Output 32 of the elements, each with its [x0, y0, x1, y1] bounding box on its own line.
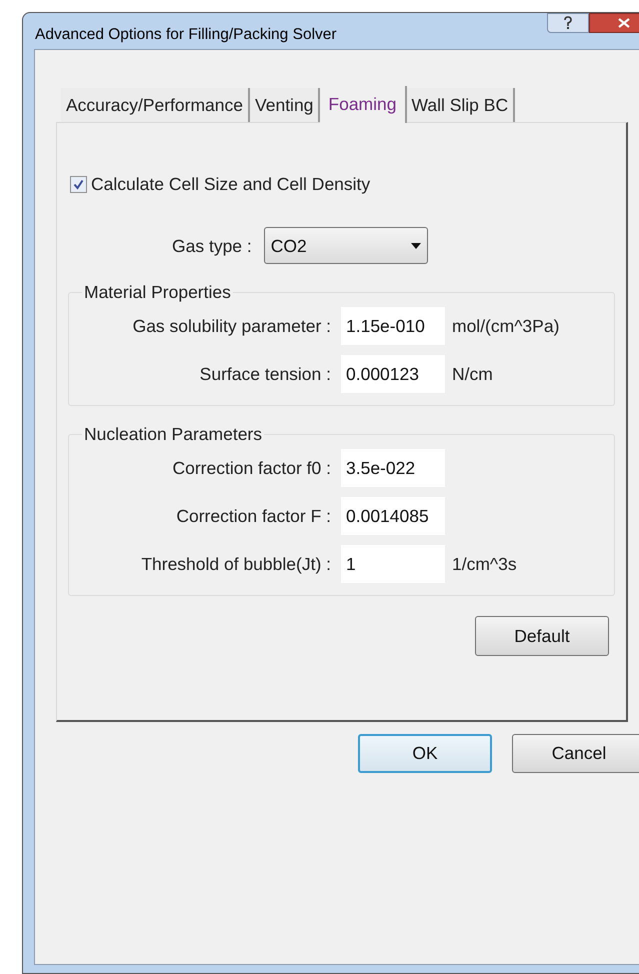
tab[interactable]: Venting	[250, 88, 320, 122]
checkbox[interactable]	[70, 176, 87, 193]
gas-type-label: Gas type :	[172, 234, 252, 258]
checkmark-icon	[73, 178, 84, 190]
tab[interactable]: Accuracy/Performance	[61, 88, 250, 122]
input-field[interactable]: 0.000123	[341, 355, 445, 394]
help-icon	[563, 16, 573, 30]
checkbox-label: Calculate Cell Size and Cell Density	[91, 173, 370, 196]
input-field[interactable]: 1.15e-010	[341, 307, 445, 346]
close-icon	[618, 18, 630, 28]
tab[interactable]: Wall Slip BC	[406, 88, 516, 122]
tab[interactable]: Foaming	[320, 86, 406, 123]
group-title: Material Properties	[82, 282, 233, 302]
window-title: Advanced Options for Filling/Packing Solver	[35, 25, 337, 45]
dropdown-arrow-icon	[410, 242, 421, 249]
dialog-button[interactable]: Cancel	[512, 734, 639, 773]
unit-label: 1/cm^3s	[452, 553, 517, 576]
close-button[interactable]	[589, 13, 639, 33]
field-label: Surface tension :	[198, 363, 332, 386]
field-label: Threshold of bubble(Jt) :	[140, 553, 332, 576]
input-field[interactable]: 0.0014085	[341, 497, 445, 536]
input-field[interactable]: 1	[341, 545, 445, 584]
input-field[interactable]: 3.5e-022	[341, 449, 445, 488]
field-label: Correction factor f0 :	[171, 457, 332, 480]
field-label: Gas solubility parameter :	[132, 315, 332, 338]
unit-label: N/cm	[452, 363, 493, 386]
help-button[interactable]	[547, 13, 589, 33]
gas-type-dropdown[interactable]: CO2	[264, 227, 428, 264]
unit-label: mol/(cm^3Pa)	[452, 315, 560, 338]
field-label: Correction factor F :	[175, 505, 332, 528]
default-button[interactable]: Default	[475, 616, 609, 656]
dialog-button[interactable]: OK	[358, 734, 492, 773]
